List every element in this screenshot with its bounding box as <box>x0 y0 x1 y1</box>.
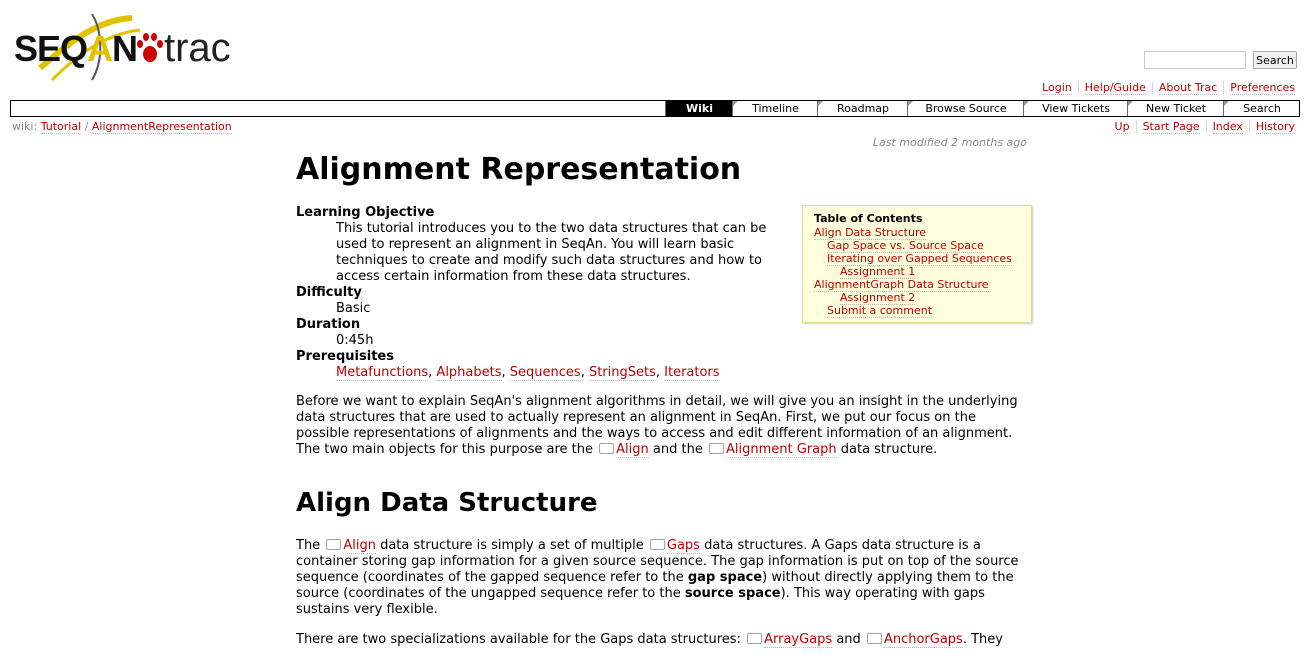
book-icon <box>649 539 665 550</box>
search-button[interactable]: Search <box>1253 51 1297 69</box>
last-modified[interactable]: Last modified 2 months ago <box>873 136 1027 149</box>
logo-trac-text: trac <box>164 26 231 70</box>
breadcrumb-separator: / <box>84 120 89 133</box>
tab-corner-icon <box>908 101 913 106</box>
book-icon <box>326 539 342 550</box>
gap-space-term: gap space <box>687 570 763 585</box>
preferences-link[interactable]: Preferences <box>1230 81 1295 95</box>
tab-corner-icon <box>1024 101 1029 106</box>
book-icon <box>708 443 724 454</box>
breadcrumb-tutorial-link[interactable]: Tutorial <box>40 120 82 134</box>
breadcrumb-prefix: wiki: <box>12 120 38 133</box>
source-space-term: source space <box>684 586 781 601</box>
alignment-graph-link[interactable]: Alignment Graph <box>725 442 837 458</box>
align-link-2[interactable]: Align <box>343 538 376 554</box>
learning-objective-text: This tutorial introduces you to the two … <box>336 221 767 284</box>
tutorial-meta: Learning Objective This tutorial introdu… <box>296 205 786 381</box>
tab-roadmap[interactable]: Roadmap <box>817 101 908 116</box>
tab-timeline[interactable]: Timeline <box>732 101 818 116</box>
section-heading-align-data-structure: Align Data Structure <box>296 488 598 518</box>
page-title: Alignment Representation <box>296 152 742 187</box>
tab-corner-icon <box>733 101 738 106</box>
history-link[interactable]: History <box>1255 120 1295 134</box>
prerequisites-list: Metafunctions, Alphabets, Sequences, Str… <box>336 365 720 381</box>
search-input[interactable] <box>1144 51 1246 69</box>
specializations-paragraph: There are two specializations available … <box>296 632 1003 648</box>
start-page-link[interactable]: Start Page <box>1142 120 1200 134</box>
login-link[interactable]: Login <box>1042 81 1072 95</box>
prereq-link-metafunctions[interactable]: Metafunctions <box>336 365 429 381</box>
context-navigation: Up Start Page Index History <box>1109 120 1301 134</box>
duration-value: 0:45h <box>336 333 374 348</box>
main-navigation: Wiki Timeline Roadmap Browse Source View… <box>10 100 1300 117</box>
duration-label: Duration <box>296 317 361 332</box>
prereq-link-alphabets[interactable]: Alphabets <box>436 365 502 381</box>
index-link[interactable]: Index <box>1212 120 1243 134</box>
wiki-content: Alignment Representation Learning Object… <box>296 150 1032 648</box>
learning-objective-label: Learning Objective <box>296 205 435 220</box>
meta-navigation: Login Help/Guide About Trac Preferences <box>1036 81 1301 95</box>
difficulty-label: Difficulty <box>296 285 362 300</box>
tab-new-ticket[interactable]: New Ticket <box>1127 101 1224 116</box>
book-icon <box>747 633 763 644</box>
prereq-link-sequences[interactable]: Sequences <box>509 365 581 381</box>
prerequisites-label: Prerequisites <box>296 349 394 364</box>
prereq-link-iterators[interactable]: Iterators <box>664 365 720 381</box>
book-icon <box>866 633 882 644</box>
align-paragraph: The Align data structure is simply a set… <box>296 538 1019 617</box>
tab-corner-icon <box>1224 101 1229 106</box>
paw-icon <box>137 33 163 62</box>
gaps-link[interactable]: Gaps <box>666 538 700 554</box>
difficulty-value: Basic <box>336 301 371 316</box>
about-trac-link[interactable]: About Trac <box>1158 81 1218 95</box>
align-link[interactable]: Align <box>616 442 649 458</box>
tab-corner-icon <box>818 101 823 106</box>
tab-wiki[interactable]: Wiki <box>665 101 733 116</box>
tab-corner-icon <box>1128 101 1133 106</box>
anchorgaps-link[interactable]: AnchorGaps <box>883 632 963 648</box>
help-guide-link[interactable]: Help/Guide <box>1084 81 1146 95</box>
breadcrumb: wiki: Tutorial / AlignmentRepresentation <box>12 120 232 134</box>
intro-paragraph: Before we want to explain SeqAn's alignm… <box>296 394 1018 458</box>
tab-view-tickets[interactable]: View Tickets <box>1023 101 1128 116</box>
prereq-link-stringsets[interactable]: StringSets <box>588 365 656 381</box>
tab-search[interactable]: Search <box>1223 101 1300 116</box>
up-link[interactable]: Up <box>1114 120 1130 134</box>
book-icon <box>599 443 615 454</box>
logo-seqan-text: SEQAN <box>14 28 138 69</box>
breadcrumb-page-link[interactable]: AlignmentRepresentation <box>91 120 232 134</box>
tab-browse-source[interactable]: Browse Source <box>907 101 1024 116</box>
arraygaps-link[interactable]: ArrayGaps <box>764 632 833 648</box>
seqan-trac-logo[interactable]: SEQAN trac <box>14 10 231 82</box>
